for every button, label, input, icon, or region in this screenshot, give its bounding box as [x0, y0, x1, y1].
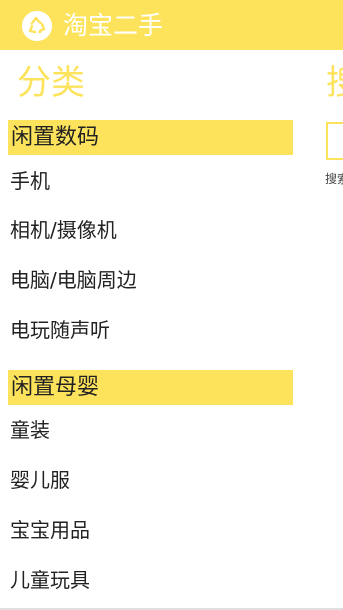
group-header-label: 闲置母婴 [11, 375, 100, 400]
group-header-digital: 闲置数码 [8, 120, 293, 155]
category-item-camera[interactable]: 相机/摄像机 [10, 216, 117, 244]
group-header-label: 闲置数码 [11, 125, 100, 150]
search-box[interactable] [326, 122, 343, 160]
app-window: 淘宝二手 分类 搜 搜索 闲置数码 手机 相机/摄像机 电脑/电脑周边 电玩随声… [0, 0, 343, 610]
group-header-baby: 闲置母婴 [8, 370, 293, 405]
category-item-toys[interactable]: 儿童玩具 [10, 566, 90, 594]
recycle-icon [22, 11, 52, 41]
category-item-baby-clothing[interactable]: 婴儿服 [10, 466, 70, 494]
category-item-kids-clothing[interactable]: 童装 [10, 416, 50, 444]
search-caption: 搜索 [325, 172, 343, 186]
search-panel-title: 搜 [326, 60, 343, 106]
app-title: 淘宝二手 [63, 11, 164, 40]
category-panel-title: 分类 [17, 63, 85, 103]
title-bar: 淘宝二手 [0, 0, 343, 50]
category-item-baby-supplies[interactable]: 宝宝用品 [10, 516, 90, 544]
category-item-gaming[interactable]: 电玩随声听 [10, 316, 110, 344]
category-item-computer[interactable]: 电脑/电脑周边 [10, 266, 137, 294]
category-item-phone[interactable]: 手机 [10, 167, 50, 195]
